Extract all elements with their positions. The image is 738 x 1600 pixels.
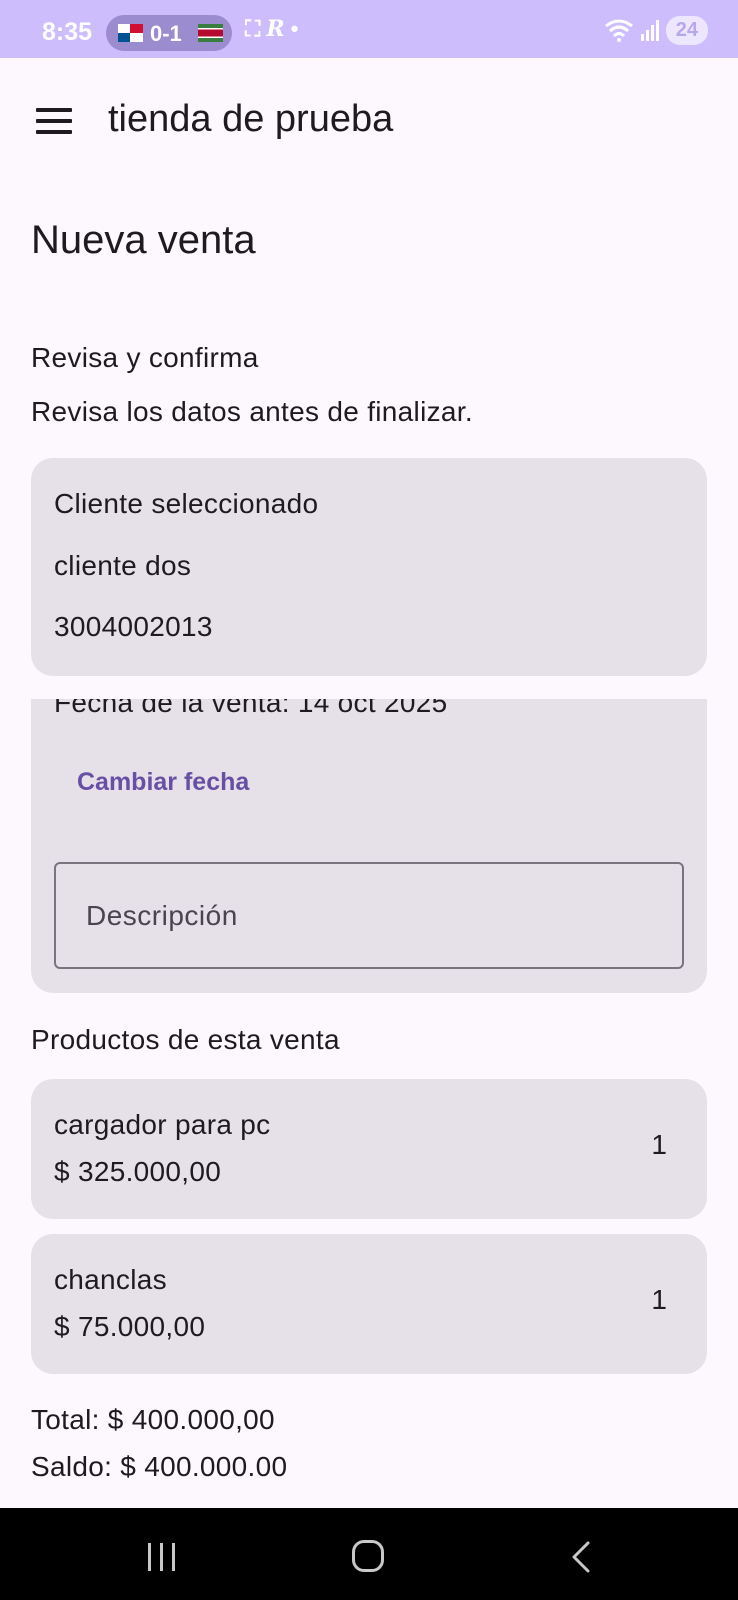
sale-total: Total: $ 400.000,00 xyxy=(31,1404,275,1435)
signal-icon xyxy=(640,20,659,41)
screenshot-icon: ⛶ xyxy=(245,16,267,41)
recents-icon[interactable] xyxy=(148,1543,178,1571)
change-date-button[interactable]: Cambiar fecha xyxy=(77,768,249,797)
sale-balance: Saldo: $ 400.000.00 xyxy=(31,1451,288,1482)
app-title: tienda de prueba xyxy=(108,98,394,140)
panama-flag-icon xyxy=(118,24,143,42)
back-icon[interactable] xyxy=(566,1540,598,1574)
product-name: chanclas xyxy=(54,1264,167,1295)
dot-icon: • xyxy=(290,16,305,41)
hamburger-menu-icon[interactable] xyxy=(36,108,72,134)
product-price: $ 75.000,00 xyxy=(54,1311,206,1342)
live-score: 0-1 xyxy=(150,21,182,46)
description-placeholder: Descripción xyxy=(86,900,238,931)
products-section-title: Productos de esta venta xyxy=(31,1024,340,1055)
product-price: $ 325.000,00 xyxy=(54,1156,222,1187)
wifi-icon xyxy=(604,19,633,42)
description-field[interactable]: Descripción xyxy=(54,862,684,969)
client-card: Cliente seleccionado cliente dos 3004002… xyxy=(31,458,707,676)
product-quantity: 1 xyxy=(651,1129,667,1160)
battery-level: 24 xyxy=(665,15,708,45)
system-navigation-bar xyxy=(0,1508,738,1600)
product-quantity: 1 xyxy=(651,1284,667,1315)
page-title: Nueva venta xyxy=(31,218,256,262)
r-app-icon: R xyxy=(266,16,291,42)
system-icons: 24 xyxy=(604,15,708,45)
live-score-chip: 0-1 xyxy=(106,15,232,51)
product-item[interactable]: chanclas $ 75.000,00 1 xyxy=(31,1234,707,1374)
suriname-flag-icon xyxy=(198,24,223,42)
notification-icons: ⛶R• xyxy=(245,16,304,42)
sale-details-card: Fecha de la venta: 14 oct 2025 Cambiar f… xyxy=(31,699,707,993)
app-bar: tienda de prueba xyxy=(0,58,738,182)
status-time: 8:35 xyxy=(42,18,93,46)
product-item[interactable]: cargador para pc $ 325.000,00 1 xyxy=(31,1079,707,1219)
product-name: cargador para pc xyxy=(54,1109,271,1140)
client-name: cliente dos xyxy=(54,550,192,581)
status-bar: 8:35 0-1 ⛶R• 24 xyxy=(0,0,738,58)
home-icon[interactable] xyxy=(352,1540,384,1572)
step-title: Revisa y confirma xyxy=(31,342,259,373)
step-subtitle: Revisa los datos antes de finalizar. xyxy=(31,396,473,427)
client-card-label: Cliente seleccionado xyxy=(54,488,319,519)
client-phone: 3004002013 xyxy=(54,611,213,642)
sale-date: Fecha de la venta: 14 oct 2025 xyxy=(54,699,448,718)
